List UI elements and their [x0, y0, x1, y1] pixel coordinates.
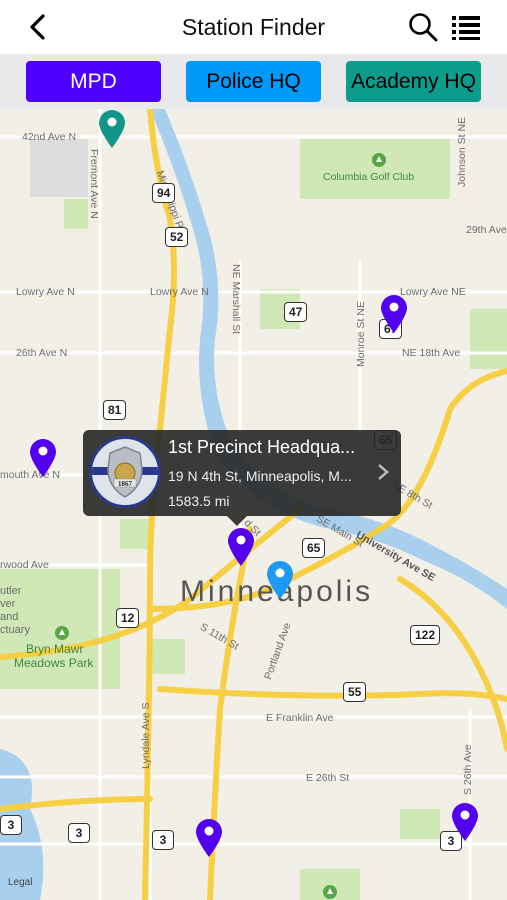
park-label: ver — [0, 598, 16, 610]
highway-shield: 47 — [284, 302, 308, 322]
station-distance: 1583.5 mi — [168, 493, 230, 509]
street-label: 29th Ave — [466, 224, 507, 236]
badge-year: 1867 — [118, 480, 133, 488]
park-label: and — [0, 611, 19, 623]
highway-shield: 94 — [152, 183, 176, 203]
street-label: NE Marshall St — [230, 264, 242, 335]
map-view[interactable]: 42nd Ave N Fremont Ave N Mississippi Riv… — [0, 109, 507, 900]
park-label: Bryn Mawr — [26, 642, 84, 656]
street-label: Lyndale Ave S — [140, 702, 152, 769]
street-label: Lowry Ave NE — [400, 286, 466, 298]
street-label: Lowry Ave N — [16, 286, 75, 298]
street-label: E Franklin Ave — [266, 712, 334, 724]
filter-bar: MPD Police HQ Academy HQ — [0, 54, 507, 109]
highway-shield: 122 — [410, 625, 441, 645]
street-label: S 26th Ave — [462, 744, 474, 795]
street-label: Lowry Ave N — [150, 286, 209, 298]
highway-shield: 3 — [0, 815, 22, 835]
highway-shield: 52 — [165, 227, 189, 247]
mpd-station-pin-icon[interactable] — [451, 802, 479, 842]
street-label: Fremont Ave N — [88, 149, 100, 219]
list-view-icon[interactable] — [451, 13, 481, 41]
filter-police-hq-button[interactable]: Police HQ — [186, 61, 321, 102]
street-label: E 26th St — [306, 772, 350, 784]
search-icon[interactable] — [407, 11, 439, 43]
police-hq-pin-icon[interactable] — [266, 560, 294, 600]
station-address: 19 N 4th St, Minneapolis, M... — [168, 468, 352, 484]
park-label: ctuary — [0, 624, 30, 636]
filter-mpd-button[interactable]: MPD — [26, 61, 161, 102]
park-icon — [55, 626, 69, 640]
street-label: 42nd Ave N — [22, 131, 77, 143]
highway-shield: 65 — [302, 538, 326, 558]
street-label: Johnson St NE — [456, 116, 468, 187]
legal-link[interactable]: Legal — [8, 877, 32, 888]
park-icon — [323, 885, 337, 899]
street-label: 26th Ave N — [16, 347, 68, 359]
park-icon — [372, 153, 386, 167]
mpd-station-pin-icon[interactable] — [195, 818, 223, 858]
station-name: 1st Precinct Headqua... — [168, 437, 356, 457]
street-label: NE 18th Ave — [402, 347, 461, 359]
mpd-station-pin-selected-icon[interactable] — [227, 527, 255, 567]
mpd-station-pin-icon[interactable] — [29, 438, 57, 478]
station-callout[interactable]: 1867 1st Precinct Headqua... 19 N 4th St… — [83, 430, 401, 526]
highway-shield: 55 — [343, 682, 367, 702]
page-title: Station Finder — [181, 13, 326, 40]
park-label: utler — [0, 585, 22, 597]
nav-bar: Station Finder — [0, 0, 507, 54]
street-label: Monroe St NE — [355, 301, 367, 367]
street-label: rwood Ave — [0, 559, 49, 571]
mpd-station-pin-icon[interactable] — [380, 294, 408, 334]
highway-shield: 12 — [116, 608, 140, 628]
highway-shield: 81 — [103, 400, 127, 420]
police-badge-image: 1867 — [89, 436, 161, 508]
academy-hq-pin-icon[interactable] — [98, 109, 126, 149]
filter-academy-hq-button[interactable]: Academy HQ — [346, 61, 481, 102]
chevron-right-icon[interactable] — [377, 463, 389, 481]
highway-shield: 3 — [152, 830, 174, 850]
back-chevron-icon[interactable] — [24, 12, 54, 42]
park-label: Meadows Park — [14, 656, 94, 670]
highway-shield: 3 — [68, 823, 90, 843]
park-label: Columbia Golf Club — [323, 171, 415, 183]
